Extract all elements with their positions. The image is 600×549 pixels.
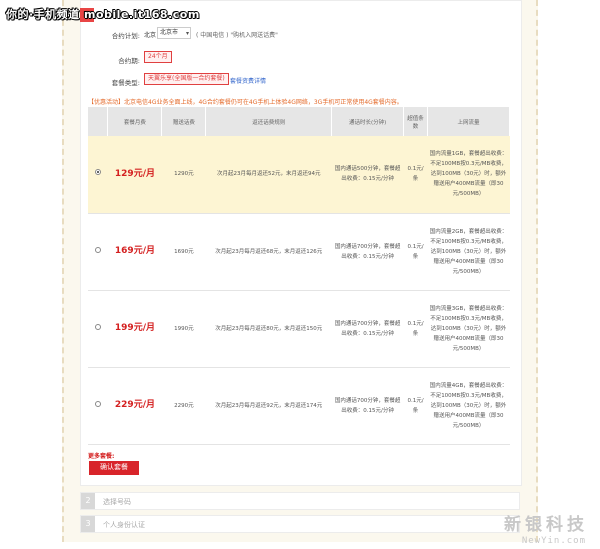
col-header-gift: 赠送话费	[161, 107, 207, 136]
radio-cell[interactable]	[88, 290, 108, 368]
contract-label: 合约期:	[118, 57, 140, 65]
gift-cell: 1290元	[161, 136, 206, 214]
table-row[interactable]: 199元/月 1990元 次月起23月每月返还80元，末月返还150元 国内通话…	[88, 290, 510, 368]
radio-cell[interactable]	[88, 367, 108, 445]
data-cell: 国内流量1GB，套餐超出收费：不足100MB按0.3元/MB收费，达到100MB…	[427, 136, 510, 214]
step2-label: 选择号码	[103, 498, 131, 506]
step2-number: 2	[81, 493, 95, 509]
package-table: 套餐月费 赠送话费 返还话费规则 通话时长(分钟) 超值条数 上网流量 129元…	[88, 107, 510, 445]
table-header-row: 套餐月费 赠送话费 返还话费规则 通话时长(分钟) 超值条数 上网流量	[88, 107, 510, 136]
price-unit: 元/月	[133, 168, 155, 179]
price-cell: 129元/月	[107, 136, 162, 214]
operator-info: ( 中国电信 ) "购机入网送话费"	[196, 32, 278, 39]
col-header-monthly-fee: 套餐月费	[107, 107, 163, 136]
city-select[interactable]: 北京市 ▾	[157, 27, 191, 39]
price-cell: 169元/月	[107, 213, 162, 291]
step3-label: 个人身份认证	[103, 521, 145, 529]
province-text: 北京	[144, 32, 157, 39]
chevron-down-icon: ▾	[185, 30, 189, 37]
price-cell: 199元/月	[107, 290, 162, 368]
rule-cell: 次月起23月每月返还52元，末月返还94元	[205, 136, 332, 214]
price-unit: 元/月	[133, 246, 155, 256]
price-value: 229	[114, 400, 134, 410]
sms-cell: 0.1元/条	[403, 367, 428, 445]
call-cell: 国内通话700分钟，套餐超出收费：0.15元/分钟	[331, 367, 404, 445]
city-select-value: 北京市	[160, 29, 179, 36]
corner-logo-watermark: 新银科技	[504, 515, 588, 535]
radio-cell[interactable]	[88, 213, 108, 291]
call-cell: 国内通话700分钟，套餐超出收费：0.15元/分钟	[331, 213, 404, 291]
rule-cell: 次月起23月每月返还80元，末月返还150元	[205, 290, 332, 368]
contract-period-option[interactable]: 24个月	[144, 51, 172, 63]
step3-bar[interactable]: 3 个人身份认证	[80, 515, 520, 533]
package-radio[interactable]	[94, 323, 101, 330]
site-watermark: 你的·手机频道 mobile.it168.com	[6, 8, 200, 21]
package-radio[interactable]	[94, 246, 101, 253]
gift-cell: 2290元	[161, 367, 206, 445]
table-row[interactable]: 129元/月 1290元 次月起23月每月返还52元，末月返还94元 国内通话5…	[88, 136, 510, 214]
plan-type-option[interactable]: 天翼乐享(全国版一合约套餐)	[144, 73, 229, 85]
price-value: 199	[114, 323, 134, 333]
sms-cell: 0.1元/条	[403, 136, 428, 214]
rule-cell: 次月起23月每月返还68元，末月返还126元	[205, 213, 332, 291]
col-header-radio	[88, 107, 109, 136]
table-row[interactable]: 229元/月 2290元 次月起23月每月返还92元，末月返还174元 国内通话…	[88, 367, 510, 445]
step3-number: 3	[81, 516, 95, 532]
data-cell: 国内流量4GB，套餐超出收费：不足100MB按0.3元/MB收费，达到100MB…	[427, 367, 510, 445]
data-cell: 国内流量2GB，套餐超出收费：不足100MB按0.3元/MB收费，达到100MB…	[427, 213, 510, 291]
package-radio[interactable]	[94, 169, 101, 176]
radio-cell[interactable]	[88, 136, 108, 214]
col-header-sms: 超值条数	[403, 107, 429, 136]
more-packages-label[interactable]: 更多套餐:	[88, 451, 114, 460]
step2-bar[interactable]: 2 选择号码	[80, 492, 520, 510]
corner-url-watermark: NewYin.com	[521, 536, 586, 546]
price-value: 129	[114, 168, 134, 179]
call-cell: 国内通话700分钟，套餐超出收费：0.15元/分钟	[331, 290, 404, 368]
package-radio[interactable]	[94, 400, 101, 407]
sms-cell: 0.1元/条	[403, 213, 428, 291]
price-unit: 元/月	[133, 323, 155, 333]
rule-cell: 次月起23月每月返还92元，末月返还174元	[205, 367, 332, 445]
price-value: 169	[114, 246, 134, 256]
gift-cell: 1990元	[161, 290, 206, 368]
plan-type-label: 套餐类型:	[111, 79, 140, 87]
plan-label: 合约计划:	[111, 32, 140, 40]
table-row[interactable]: 169元/月 1690元 次月起23月每月返还68元，末月返还126元 国内通话…	[88, 213, 510, 291]
col-header-data: 上网流量	[427, 107, 510, 136]
col-header-rule: 返还话费规则	[205, 107, 333, 136]
call-cell: 国内通话500分钟，套餐超出收费：0.15元/分钟	[331, 136, 404, 214]
gift-cell: 1690元	[161, 213, 206, 291]
sms-cell: 0.1元/条	[403, 290, 428, 368]
plan-details-link[interactable]: 套餐资费详情	[230, 76, 266, 85]
price-cell: 229元/月	[107, 367, 162, 445]
col-header-call: 通话时长(分钟)	[331, 107, 405, 136]
confirm-package-button[interactable]: 确认套餐	[89, 461, 139, 475]
promo-notice: 【优惠活动】北京电信4G业务全面上线，4G合约套餐仍可在4G手机上体验4G网络，…	[88, 99, 403, 106]
data-cell: 国内流量3GB，套餐超出收费：不足100MB按0.3元/MB收费，达到100MB…	[427, 290, 510, 368]
price-unit: 元/月	[133, 400, 155, 410]
